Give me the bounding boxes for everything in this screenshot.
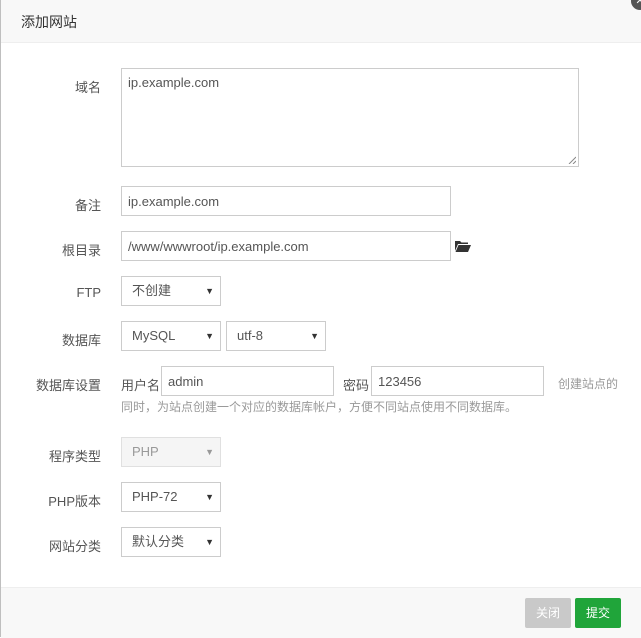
database-label: 数据库 — [61, 333, 101, 348]
dialog-title: 添加网站 — [21, 14, 77, 30]
db-password-input[interactable] — [371, 366, 544, 396]
db-settings-label: 数据库设置 — [35, 378, 101, 393]
ftp-select[interactable]: 不创建 ▼ — [121, 276, 221, 306]
db-password-label: 密码 — [343, 378, 370, 393]
php-version-label: PHP版本 — [48, 494, 101, 509]
php-version-select[interactable]: PHP-72 ▼ — [121, 482, 221, 512]
site-category-select[interactable]: 默认分类 ▼ — [121, 527, 221, 557]
ftp-select-value: 不创建 — [132, 283, 172, 298]
db-hint-text-2: 同时，为站点创建一个对应的数据库帐户，方便不同站点使用不同数据库。 — [121, 400, 518, 414]
root-dir-label: 根目录 — [61, 243, 101, 258]
domain-textarea[interactable] — [121, 68, 579, 167]
dialog-header: 添加网站 — [1, 0, 641, 43]
submit-button[interactable]: 提交 — [575, 598, 621, 628]
db-username-input[interactable] — [161, 366, 334, 396]
database-charset-value: utf-8 — [237, 328, 264, 343]
chevron-down-icon: ▼ — [205, 286, 214, 296]
program-type-label: 程序类型 — [48, 449, 101, 464]
site-category-label: 网站分类 — [48, 539, 101, 554]
root-dir-input[interactable] — [121, 231, 451, 261]
site-category-value: 默认分类 — [132, 534, 185, 549]
database-charset-select[interactable]: utf-8 ▼ — [226, 321, 326, 351]
ftp-label: FTP — [76, 285, 101, 300]
db-hint-text-1: 创建站点的 — [558, 377, 619, 391]
program-type-value: PHP — [132, 444, 159, 459]
database-type-select[interactable]: MySQL ▼ — [121, 321, 221, 351]
chevron-down-icon: ▼ — [205, 447, 214, 457]
database-type-value: MySQL — [132, 328, 176, 343]
folder-open-icon[interactable] — [455, 240, 471, 252]
db-username-label: 用户名 — [121, 378, 161, 393]
dialog-footer: 关闭 提交 — [1, 587, 641, 638]
chevron-down-icon: ▼ — [205, 331, 214, 341]
program-type-select: PHP ▼ — [121, 437, 221, 467]
add-website-dialog: 添加网站 ✕ 域名 备注 根目录 FTP 不创建 ▼ 数据库 MySQL ▼ u… — [1, 0, 641, 638]
remark-input[interactable] — [121, 186, 451, 216]
chevron-down-icon: ▼ — [205, 537, 214, 547]
remark-label: 备注 — [74, 198, 101, 213]
close-button[interactable]: 关闭 — [525, 598, 571, 628]
resize-grip-icon[interactable] — [568, 156, 576, 164]
php-version-value: PHP-72 — [132, 489, 178, 504]
chevron-down-icon: ▼ — [310, 331, 319, 341]
domain-label: 域名 — [74, 80, 101, 95]
chevron-down-icon: ▼ — [205, 492, 214, 502]
